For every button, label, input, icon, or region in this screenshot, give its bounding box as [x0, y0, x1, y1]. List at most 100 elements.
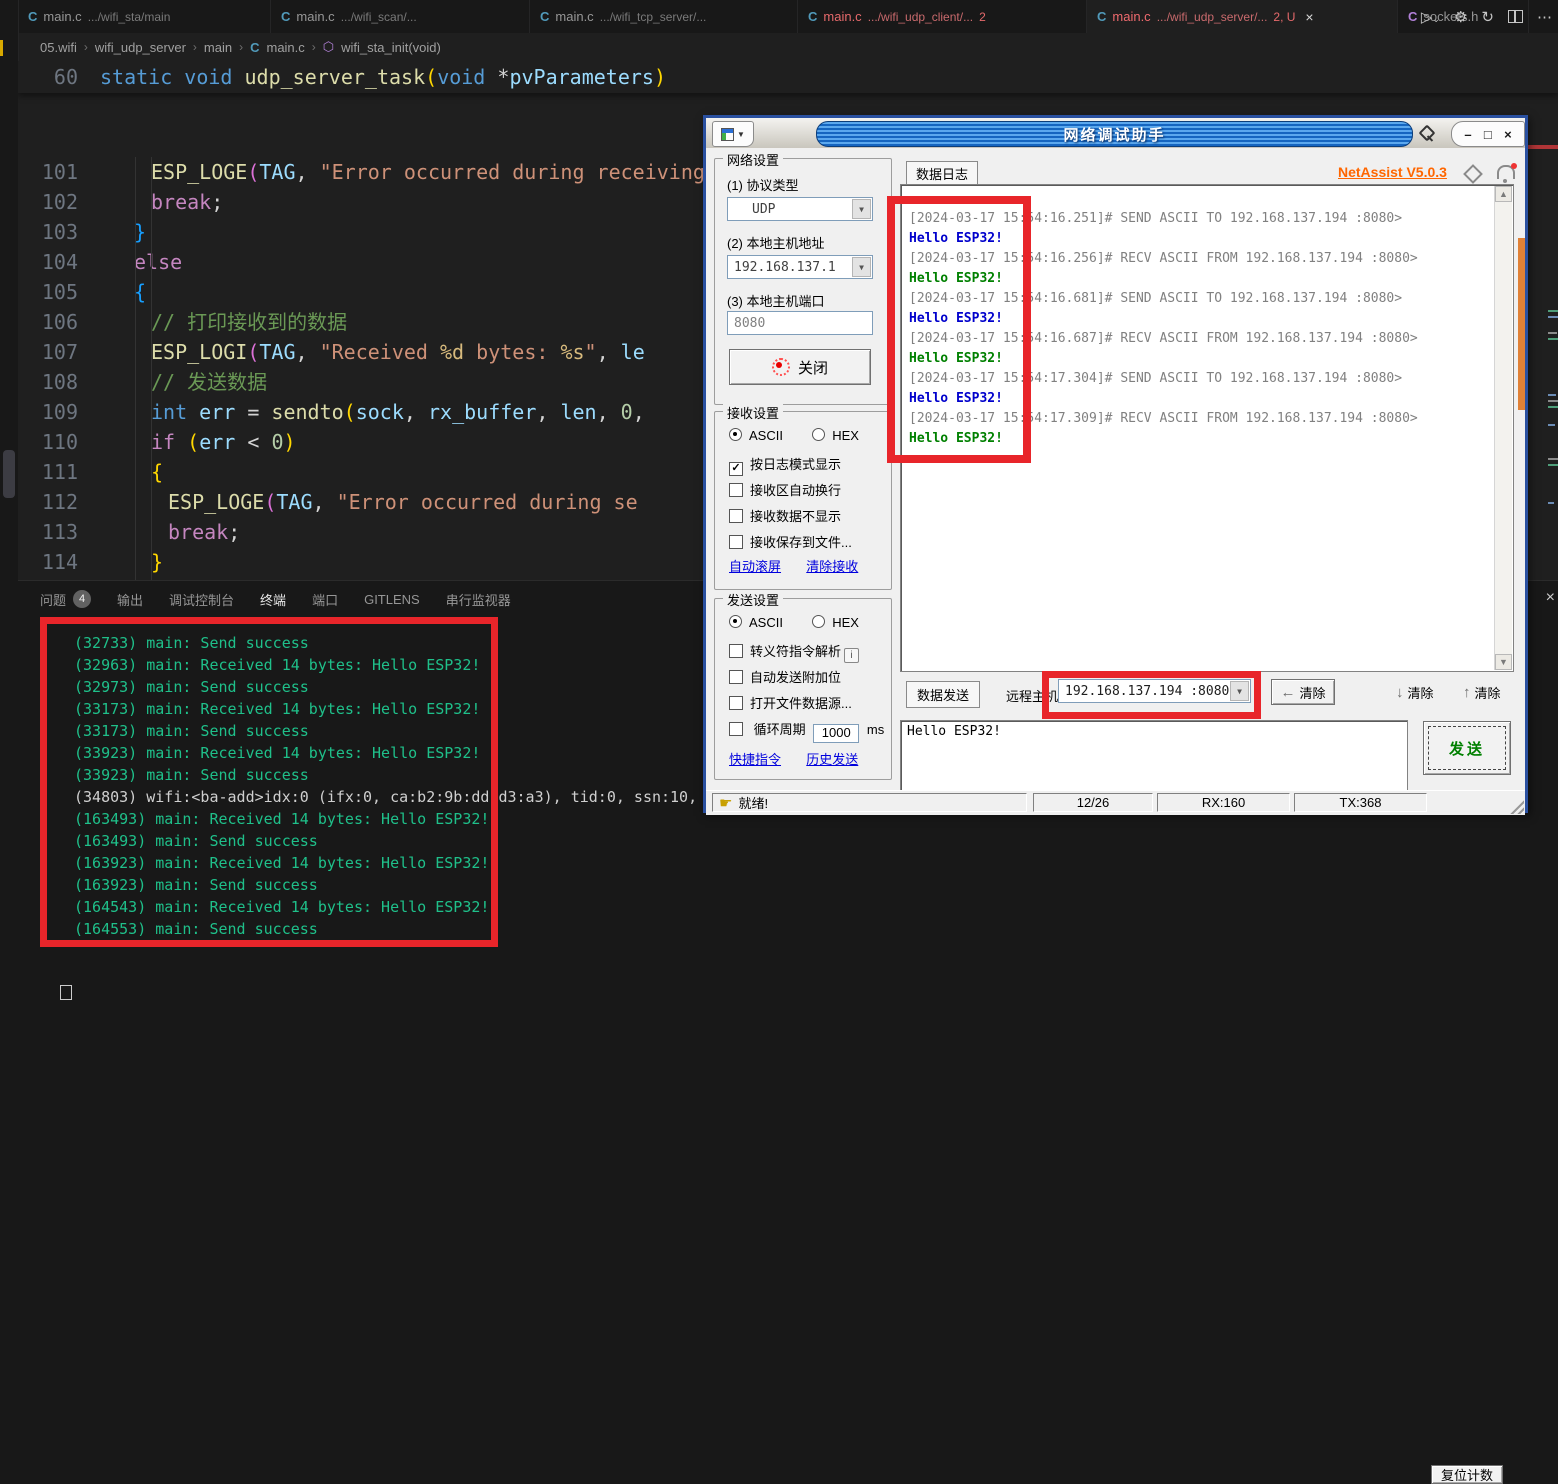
code-text: ESP_LOGI(TAG, "Received %d bytes: %s", l… [151, 337, 645, 367]
close-button[interactable]: × [1504, 128, 1512, 141]
minimap-line [1548, 400, 1558, 402]
resize-grip[interactable] [1508, 798, 1524, 814]
send-button[interactable]: 发送 [1423, 721, 1511, 775]
panel-tab-终端[interactable]: 终端 [260, 590, 286, 609]
log-scrollbar[interactable]: ▲ ▼ [1494, 186, 1512, 670]
code-token: 0 [271, 430, 283, 454]
info-icon[interactable]: i [844, 648, 859, 663]
app-menu-icon[interactable]: ▼ [712, 121, 754, 147]
tab-data-send[interactable]: 数据发送 [906, 681, 980, 708]
loop-period-input[interactable]: 1000 [813, 724, 859, 743]
panel-tab-调试控制台[interactable]: 调试控制台 [169, 590, 234, 609]
panel-tab-端口[interactable]: 端口 [312, 590, 338, 609]
checkbox-option: 接收数据不显示 [729, 506, 841, 525]
title-pill: 网络调试助手 [816, 121, 1413, 147]
bell-icon[interactable] [1497, 165, 1515, 179]
tab-directory: .../wifi_sta/main [88, 10, 171, 24]
maximize-button[interactable]: □ [1484, 128, 1492, 141]
ascii-radio[interactable] [729, 615, 742, 628]
panel-tab-GITLENS[interactable]: GITLENS [364, 592, 420, 607]
editor-tab[interactable]: Cmain.c.../wifi_scan/... [271, 0, 530, 33]
minimize-button[interactable]: – [1464, 128, 1471, 141]
editor-tab[interactable]: Cmain.c.../wifi_udp_server/...2, U× [1087, 0, 1398, 33]
history-send-link[interactable]: 历史发送 [806, 752, 858, 767]
checkbox[interactable] [729, 696, 743, 710]
hex-radio[interactable] [812, 428, 825, 441]
editor-tab[interactable]: Cmain.c.../wifi_tcp_server/... [530, 0, 798, 33]
netassist-version-link[interactable]: NetAssist V5.0.3 [1338, 164, 1447, 180]
dropdown-arrow-icon[interactable]: ▼ [852, 199, 871, 219]
breadcrumb-item[interactable]: main.c [266, 40, 304, 55]
history-icon[interactable]: ↻ [1481, 8, 1494, 26]
settings-gear-icon[interactable]: ⚙ [1454, 8, 1467, 26]
hex-radio[interactable] [812, 615, 825, 628]
clear-send-button[interactable]: ← 清除 [1271, 679, 1335, 705]
ascii-radio[interactable] [729, 428, 742, 441]
panel-tab-串行监视器[interactable]: 串行监视器 [446, 590, 511, 609]
close-tab-icon[interactable]: × [1305, 9, 1313, 25]
diamond-icon[interactable] [1463, 164, 1483, 184]
checkbox-label: 接收数据不显示 [750, 509, 841, 524]
panel-tab-问题[interactable]: 问题4 [40, 590, 91, 609]
editor-tab[interactable]: Cmain.c.../wifi_udp_client/...2 [798, 0, 1087, 33]
minimap-line [1548, 502, 1554, 504]
split-editor-icon[interactable] [1508, 10, 1523, 23]
minimap-line [1548, 394, 1556, 396]
checkbox[interactable] [729, 644, 743, 658]
checkbox[interactable] [729, 535, 743, 549]
close-connection-button[interactable]: 关闭 [729, 349, 871, 385]
panel-tab-label: 输出 [117, 590, 143, 609]
protocol-select[interactable]: UDP ▼ [727, 197, 873, 221]
pin-icon[interactable] [1419, 125, 1435, 141]
line-number: 101 [18, 157, 78, 187]
line-number: 103 [18, 217, 78, 247]
scroll-up-icon[interactable]: ▲ [1495, 186, 1512, 202]
tab-label: main.c [823, 9, 861, 24]
checkbox-option: 接收保存到文件... [729, 532, 852, 551]
code-token: void [184, 65, 232, 89]
breadcrumb-item[interactable]: 05.wifi [40, 40, 77, 55]
line-number: 105 [18, 277, 78, 307]
breadcrumb-item[interactable]: wifi_udp_server [95, 40, 186, 55]
panel-tab-label: 串行监视器 [446, 590, 511, 609]
quick-command-link[interactable]: 快捷指令 [729, 752, 781, 767]
dropdown-arrow-icon[interactable]: ▼ [852, 257, 871, 277]
auto-scroll-link[interactable]: 自动滚屏 [729, 559, 781, 574]
code-token: TAG [259, 340, 295, 364]
sticky-scroll-line[interactable]: 60static void udp_server_task(void *pvPa… [18, 61, 1558, 93]
minimap-line [1548, 310, 1558, 312]
code-token: "Error occurred during se [337, 490, 638, 514]
checkbox-label: 按日志模式显示 [750, 457, 841, 472]
loop-period-checkbox[interactable] [729, 722, 743, 736]
close-panel-icon[interactable]: × [1546, 589, 1555, 607]
panel-tab-bar: 问题4 输出 调试控制台 终端 端口 GITLENS 串行监视器 [40, 586, 511, 612]
checkbox[interactable] [729, 509, 743, 523]
send-format-radios: ASCII HEX [729, 615, 859, 630]
run-debug-icon[interactable]: ▷⌄ [1421, 8, 1440, 26]
checkbox[interactable]: ✓ [729, 462, 743, 476]
code-token: * [485, 65, 509, 89]
tab-data-log[interactable]: 数据日志 [906, 161, 978, 185]
code-token: ; [228, 520, 240, 544]
local-port-input[interactable]: 8080 [727, 311, 873, 335]
panel-tab-输出[interactable]: 输出 [117, 590, 143, 609]
scrollbar-handle[interactable] [3, 450, 15, 498]
breadcrumb-item[interactable]: main [204, 40, 232, 55]
clear-down-button[interactable]: ↓ 清除 [1396, 679, 1434, 705]
code-token: len [560, 400, 596, 424]
clear-recv-link[interactable]: 清除接收 [806, 559, 858, 574]
breadcrumb-item[interactable]: wifi_sta_init(void) [341, 40, 441, 55]
netassist-titlebar[interactable]: ▼ 网络调试助手 – □ × [706, 118, 1525, 148]
checkbox[interactable] [729, 670, 743, 684]
clear-up-button[interactable]: ↑ 清除 [1463, 679, 1501, 705]
checkbox[interactable] [729, 483, 743, 497]
scroll-down-icon[interactable]: ▼ [1495, 654, 1512, 670]
more-actions-icon[interactable]: ⋯ [1537, 8, 1552, 26]
code-token [187, 400, 199, 424]
editor-tab[interactable]: Cmain.c.../wifi_sta/main [18, 0, 271, 33]
code-line-sticky: 60static void udp_server_task(void *pvPa… [18, 62, 1558, 92]
code-token: ( [344, 400, 356, 424]
local-host-select[interactable]: 192.168.137.1 ▼ [727, 255, 873, 279]
code-text: break; [168, 517, 240, 547]
reset-counter-button[interactable]: 复位计数 [1431, 1465, 1503, 1484]
